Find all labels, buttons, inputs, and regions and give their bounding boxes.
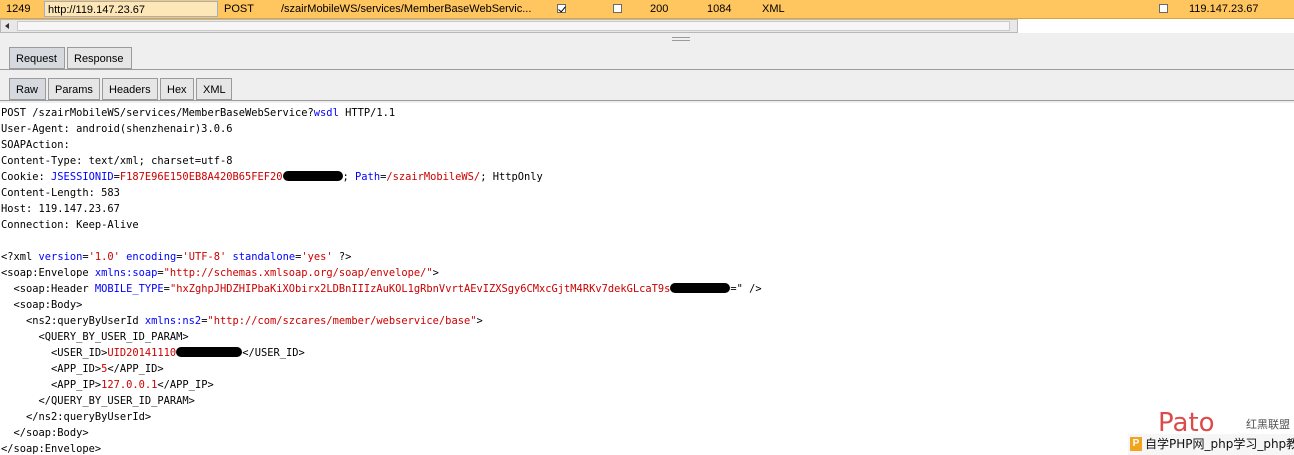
redaction-mark	[282, 171, 343, 181]
watermark-brand-cn: 红黑联盟	[1246, 418, 1290, 431]
xml-envelope-open: <soap:Envelope xmlns:soap="http://schema…	[1, 267, 439, 279]
xml-query-close: </ns2:queryByUserId>	[1, 411, 152, 423]
burp-proxy-window: 1249 http://119.147.23.67 POST /szairMob…	[0, 0, 1294, 455]
tab-xml[interactable]: XML	[196, 78, 232, 100]
xml-app-id: <APP_ID>5</APP_ID>	[1, 363, 164, 375]
tab-request[interactable]: Request	[9, 47, 65, 69]
header-content-length: Content-Length: 583	[1, 187, 120, 199]
watermark-text: 自学PHP网_php学习_php教	[1145, 437, 1294, 451]
xml-header: <soap:Header MOBILE_TYPE="hxZghpJHDZHIPb…	[1, 283, 762, 295]
request-line: POST /szairMobileWS/services/MemberBaseW…	[1, 107, 396, 119]
history-number: 1249	[6, 3, 31, 15]
xml-param-close: </QUERY_BY_USER_ID_PARAM>	[1, 395, 195, 407]
tab-response[interactable]: Response	[67, 47, 132, 69]
history-row-selected[interactable]: 1249 http://119.147.23.67 POST /szairMob…	[0, 0, 1294, 19]
tab-headers[interactable]: Headers	[102, 78, 158, 100]
edited-checkbox[interactable]	[613, 4, 622, 13]
scrollbar-thumb[interactable]	[17, 21, 1010, 31]
split-pane-divider[interactable]	[672, 37, 690, 41]
history-status: 200	[650, 3, 669, 15]
ssl-checkbox[interactable]	[1159, 4, 1168, 13]
header-connection: Connection: Keep-Alive	[1, 219, 139, 231]
history-horizontal-scrollbar[interactable]	[0, 19, 1018, 33]
xml-declaration: <?xml version='1.0' encoding='UTF-8' sta…	[1, 251, 352, 263]
tab-raw[interactable]: Raw	[9, 78, 46, 100]
history-method: POST	[224, 3, 254, 15]
header-host: Host: 119.147.23.67	[1, 203, 120, 215]
site-watermark: Pato 红黑联盟 P 自学PHP网_php学习_php教	[1128, 410, 1294, 455]
redaction-mark	[670, 283, 731, 293]
history-ip: 119.147.23.67	[1189, 3, 1259, 15]
xml-query-open: <ns2:queryByUserId xmlns:ns2="http://com…	[1, 315, 483, 327]
php-badge-icon: P	[1130, 437, 1142, 451]
scroll-left-arrow-icon[interactable]	[5, 23, 9, 29]
xml-envelope-close: </soap:Envelope>	[1, 443, 102, 455]
history-mime: XML	[762, 3, 785, 15]
xml-body-close: </soap:Body>	[1, 427, 89, 439]
raw-request-editor[interactable]: POST /szairMobileWS/services/MemberBaseW…	[0, 103, 1294, 455]
history-length: 1084	[707, 3, 732, 15]
header-cookie: Cookie: JSESSIONID=F187E96E150EB8A420B65…	[1, 171, 543, 183]
watermark-brand: Pato	[1158, 408, 1215, 438]
main-tabs-divider	[0, 69, 1294, 70]
tab-params[interactable]: Params	[48, 78, 100, 100]
xml-body-open: <soap:Body>	[1, 299, 83, 311]
tab-hex[interactable]: Hex	[160, 78, 194, 100]
watermark-bar: P 自学PHP网_php学习_php教	[1128, 434, 1294, 455]
params-checkbox[interactable]	[557, 4, 566, 13]
header-content-type: Content-Type: text/xml; charset=utf-8	[1, 155, 233, 167]
xml-user-id: <USER_ID>UID20141110 </USER_ID>	[1, 347, 305, 359]
xml-param-open: <QUERY_BY_USER_ID_PARAM>	[1, 331, 189, 343]
header-user-agent: User-Agent: android(shenzhenair)3.0.6	[1, 123, 233, 135]
header-soapaction: SOAPAction:	[1, 139, 70, 151]
sub-tabs-divider	[0, 100, 1294, 101]
history-host[interactable]: http://119.147.23.67	[44, 1, 218, 17]
redaction-mark	[176, 347, 243, 357]
history-url: /szairMobileWS/services/MemberBaseWebSer…	[281, 3, 532, 15]
xml-app-ip: <APP_IP>127.0.0.1</APP_IP>	[1, 379, 214, 391]
